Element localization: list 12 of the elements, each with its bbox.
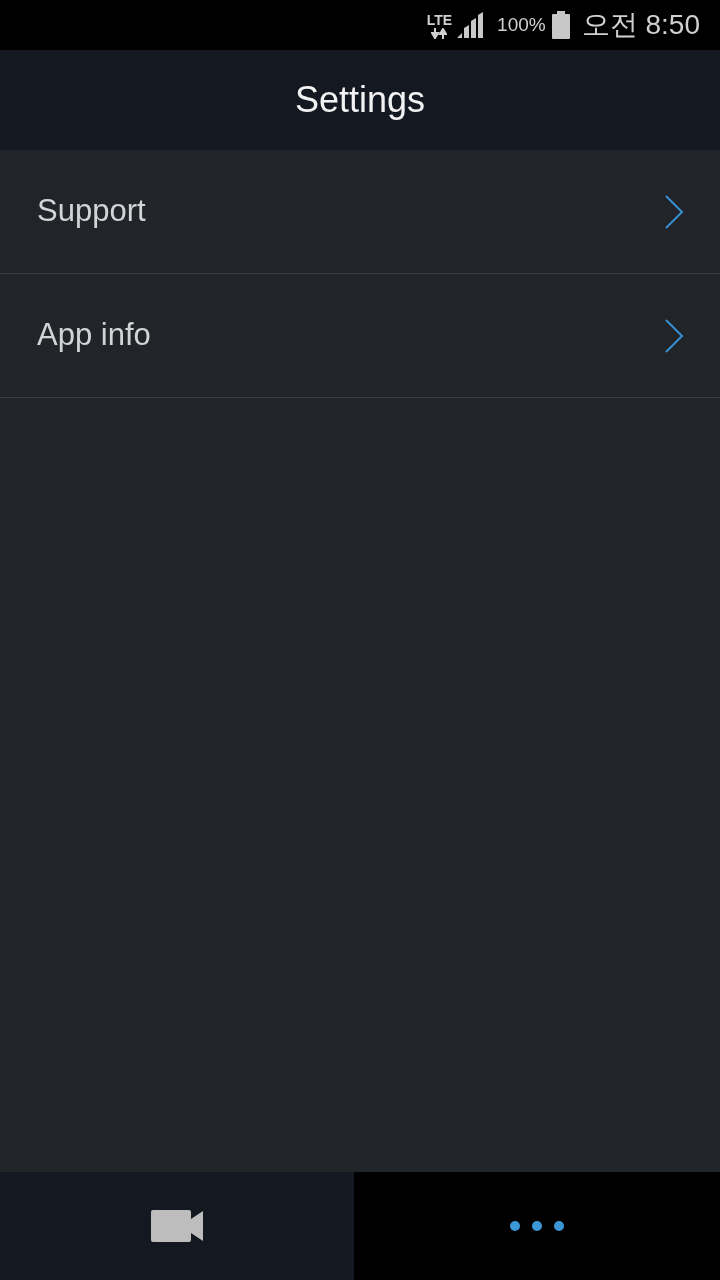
tab-button[interactable] xyxy=(0,1172,354,1280)
screen-title: Settings xyxy=(294,78,426,122)
battery-percent: 100% xyxy=(497,12,546,37)
signal-icon xyxy=(457,12,486,38)
battery-icon xyxy=(551,11,570,39)
data-arrows-icon xyxy=(431,28,448,39)
more-icon xyxy=(510,1221,564,1231)
clock-time: 오전 8:50 xyxy=(581,8,700,42)
chevron-right-icon xyxy=(664,194,684,229)
chevron-right-icon xyxy=(664,318,684,353)
network-type: LTE xyxy=(426,13,453,27)
video-camera-icon xyxy=(151,1210,203,1242)
